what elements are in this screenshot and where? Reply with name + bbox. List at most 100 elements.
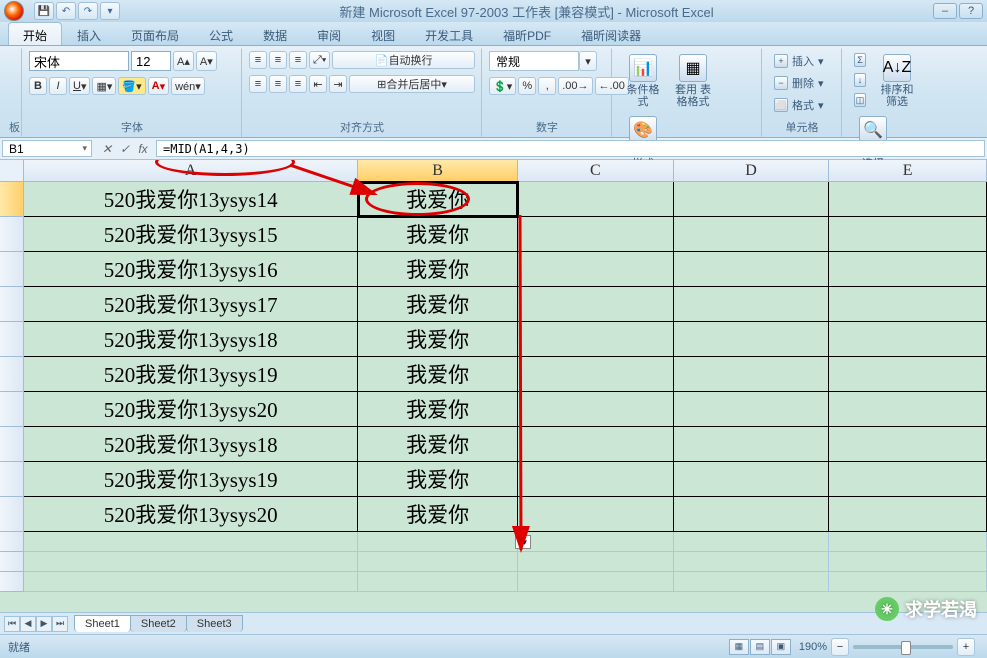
cell-B5[interactable]: 我爱你	[358, 322, 518, 357]
inc-decimal-icon[interactable]: .00→	[558, 77, 592, 95]
ribbon-tab-视图[interactable]: 视图	[356, 22, 410, 45]
delete-cells-button[interactable]: −删除▾	[769, 73, 829, 93]
font-color-button[interactable]: A▾	[148, 77, 169, 95]
indent-dec-icon[interactable]: ⇤	[309, 75, 327, 93]
ribbon-tab-福昕PDF[interactable]: 福昕PDF	[488, 22, 566, 45]
align-bottom-icon[interactable]: ≡	[289, 51, 307, 69]
cell[interactable]	[674, 572, 830, 592]
ribbon-tab-插入[interactable]: 插入	[62, 22, 116, 45]
cell-B1[interactable]: 我爱你	[358, 182, 518, 217]
indent-inc-icon[interactable]: ⇥	[329, 75, 347, 93]
cell[interactable]	[829, 572, 987, 592]
view-pagebreak-icon[interactable]: ▣	[771, 639, 791, 655]
cell-A7[interactable]: 520我爱你13ysys20	[24, 392, 358, 427]
cell-C8[interactable]	[518, 427, 674, 462]
orientation-icon[interactable]: ⤢▾	[309, 51, 330, 69]
row-header[interactable]	[0, 572, 24, 592]
cell[interactable]	[24, 572, 358, 592]
cell-A10[interactable]: 520我爱你13ysys20	[24, 497, 358, 532]
cell[interactable]	[358, 572, 518, 592]
sheet-nav-last-icon[interactable]: ⏭	[52, 616, 68, 632]
fill-color-button[interactable]: 🪣▾	[118, 77, 145, 95]
minimize-button[interactable]: –	[933, 3, 957, 19]
col-header-C[interactable]: C	[518, 160, 674, 182]
cell[interactable]	[674, 532, 830, 552]
border-button[interactable]: ▦▾	[92, 77, 116, 95]
row-header[interactable]	[0, 552, 24, 572]
cell-E9[interactable]	[829, 462, 987, 497]
insert-cells-button[interactable]: +插入▾	[769, 51, 829, 71]
cell-C1[interactable]	[518, 182, 674, 217]
row-header[interactable]	[0, 252, 24, 287]
cell-B2[interactable]: 我爱你	[358, 217, 518, 252]
ribbon-tab-数据[interactable]: 数据	[248, 22, 302, 45]
ribbon-tab-页面布局[interactable]: 页面布局	[116, 22, 194, 45]
cell-B10[interactable]: 我爱你	[358, 497, 518, 532]
cell-E5[interactable]	[829, 322, 987, 357]
number-format-dropdown[interactable]: ▾	[579, 51, 597, 71]
cell-A5[interactable]: 520我爱你13ysys18	[24, 322, 358, 357]
increase-font-icon[interactable]: A▴	[173, 51, 194, 71]
underline-button[interactable]: U▾	[69, 77, 90, 95]
cell-D7[interactable]	[674, 392, 830, 427]
qat-more-icon[interactable]: ▾	[100, 2, 120, 20]
cell-D1[interactable]	[674, 182, 830, 217]
cell-A6[interactable]: 520我爱你13ysys19	[24, 357, 358, 392]
zoom-slider[interactable]	[853, 645, 953, 649]
cell-D4[interactable]	[674, 287, 830, 322]
row-header[interactable]	[0, 532, 24, 552]
cell[interactable]	[518, 552, 674, 572]
cell-B9[interactable]: 我爱你	[358, 462, 518, 497]
ribbon-tab-公式[interactable]: 公式	[194, 22, 248, 45]
autosum-button[interactable]: Σ	[849, 51, 871, 69]
row-header[interactable]	[0, 392, 24, 427]
cell[interactable]	[829, 532, 987, 552]
view-layout-icon[interactable]: ▤	[750, 639, 770, 655]
enter-formula-icon[interactable]: ✓	[116, 140, 134, 158]
cell-C3[interactable]	[518, 252, 674, 287]
cell[interactable]	[24, 532, 358, 552]
conditional-format-button[interactable]: 📊 条件格式	[619, 51, 667, 111]
cell-D2[interactable]	[674, 217, 830, 252]
cell-C4[interactable]	[518, 287, 674, 322]
cell-C5[interactable]	[518, 322, 674, 357]
italic-button[interactable]: I	[49, 77, 67, 95]
cell-C6[interactable]	[518, 357, 674, 392]
align-middle-icon[interactable]: ≡	[269, 51, 287, 69]
align-right-icon[interactable]: ≡	[289, 75, 307, 93]
bold-button[interactable]: B	[29, 77, 47, 95]
col-header-E[interactable]: E	[829, 160, 987, 182]
sheet-nav-prev-icon[interactable]: ◀	[20, 616, 36, 632]
cell[interactable]	[829, 552, 987, 572]
row-header[interactable]	[0, 217, 24, 252]
qat-redo-icon[interactable]: ↷	[78, 2, 98, 20]
zoom-out-button[interactable]: −	[831, 638, 849, 656]
comma-icon[interactable]: ,	[538, 77, 556, 95]
cell-D6[interactable]	[674, 357, 830, 392]
percent-icon[interactable]: %	[518, 77, 536, 95]
formula-input[interactable]: =MID(A1,4,3)	[156, 140, 985, 157]
cell-D3[interactable]	[674, 252, 830, 287]
cell-E3[interactable]	[829, 252, 987, 287]
font-size-select[interactable]	[131, 51, 171, 71]
sheet-nav-next-icon[interactable]: ▶	[36, 616, 52, 632]
cell-A2[interactable]: 520我爱你13ysys15	[24, 217, 358, 252]
cell-D9[interactable]	[674, 462, 830, 497]
cell-C2[interactable]	[518, 217, 674, 252]
qat-undo-icon[interactable]: ↶	[56, 2, 76, 20]
row-header[interactable]	[0, 357, 24, 392]
cell-C9[interactable]	[518, 462, 674, 497]
cell-E1[interactable]	[829, 182, 987, 217]
office-button[interactable]	[4, 1, 24, 21]
cell-A4[interactable]: 520我爱你13ysys17	[24, 287, 358, 322]
cell-C10[interactable]	[518, 497, 674, 532]
cell-D10[interactable]	[674, 497, 830, 532]
sort-filter-button[interactable]: A↓Z 排序和 筛选	[873, 51, 921, 111]
sheet-tab-Sheet3[interactable]: Sheet3	[186, 615, 243, 632]
row-header[interactable]	[0, 182, 24, 217]
row-header[interactable]	[0, 287, 24, 322]
cell-B8[interactable]: 我爱你	[358, 427, 518, 462]
number-format-select[interactable]	[489, 51, 579, 71]
row-header[interactable]	[0, 462, 24, 497]
row-header[interactable]	[0, 427, 24, 462]
